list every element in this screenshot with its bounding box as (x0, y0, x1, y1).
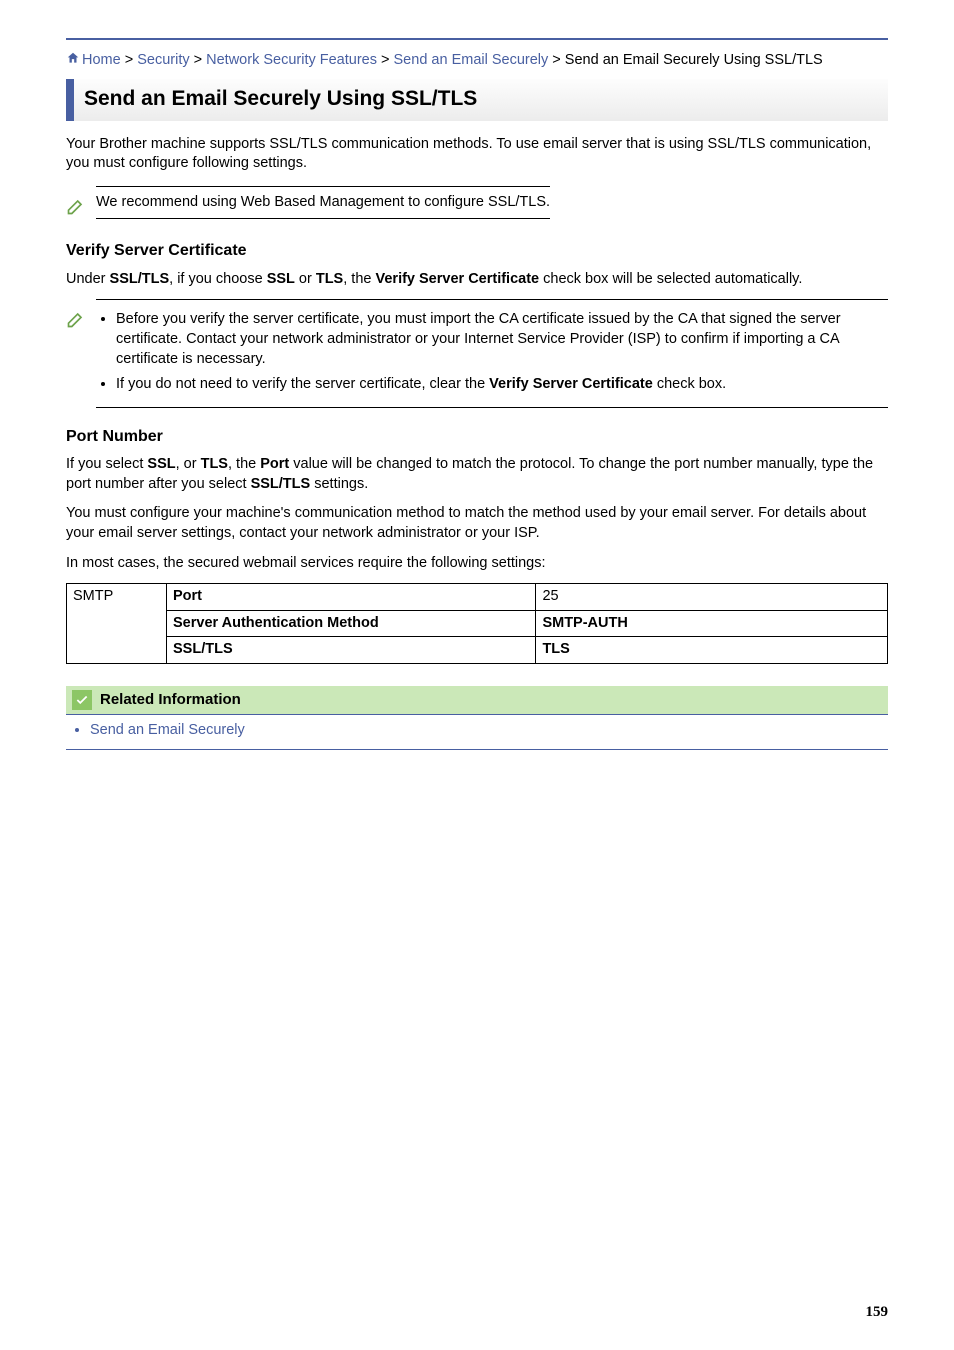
page-number: 159 (866, 1302, 889, 1322)
check-icon (72, 690, 92, 710)
breadcrumb-sendsec[interactable]: Send an Email Securely (394, 52, 549, 68)
verify-heading: Verify Server Certificate (66, 240, 888, 262)
breadcrumb-sep: > (121, 52, 138, 68)
breadcrumb: Home > Security > Network Security Featu… (66, 50, 888, 71)
breadcrumb-netsec[interactable]: Network Security Features (206, 52, 377, 68)
port-heading: Port Number (66, 426, 888, 448)
home-icon (66, 51, 80, 71)
related-info-title: Related Information (100, 690, 241, 710)
verify-bullet-2: If you do not need to verify the server … (116, 375, 888, 395)
note-recommend-text: We recommend using Web Based Management … (96, 194, 550, 210)
intro-paragraph: Your Brother machine supports SSL/TLS co… (66, 135, 888, 174)
related-info-item[interactable]: Send an Email Securely (90, 721, 888, 741)
breadcrumb-current: Send an Email Securely Using SSL/TLS (565, 52, 823, 68)
table-smtp-cell: SMTP (67, 584, 167, 664)
table-row-label: SSL/TLS (167, 637, 536, 664)
table-row-value: SMTP-AUTH (536, 610, 888, 637)
related-info-bar: Related Information (66, 686, 888, 715)
verify-paragraph: Under SSL/TLS, if you choose SSL or TLS,… (66, 270, 888, 290)
table-row-label: Server Authentication Method (167, 610, 536, 637)
port-paragraph-2: You must configure your machine's commun… (66, 504, 888, 543)
related-info-list: Send an Email Securely (66, 721, 888, 750)
page-title: Send an Email Securely Using SSL/TLS (84, 85, 878, 113)
table-row-value: 25 (536, 584, 888, 611)
pencil-note-icon (66, 299, 86, 336)
table-row-value: TLS (536, 637, 888, 664)
port-paragraph-3: In most cases, the secured webmail servi… (66, 554, 888, 574)
pencil-note-icon (66, 186, 86, 223)
page-title-bar: Send an Email Securely Using SSL/TLS (66, 79, 888, 120)
port-paragraph-1: If you select SSL, or TLS, the Port valu… (66, 455, 888, 494)
verify-bullet-1: Before you verify the server certificate… (116, 310, 888, 369)
breadcrumb-security[interactable]: Security (137, 52, 189, 68)
note-recommend: We recommend using Web Based Management … (66, 186, 888, 223)
table-row-label: Port (167, 584, 536, 611)
note-verify: Before you verify the server certificate… (66, 299, 888, 407)
breadcrumb-home[interactable]: Home (82, 52, 121, 68)
settings-table: SMTP Port 25 Server Authentication Metho… (66, 583, 888, 664)
